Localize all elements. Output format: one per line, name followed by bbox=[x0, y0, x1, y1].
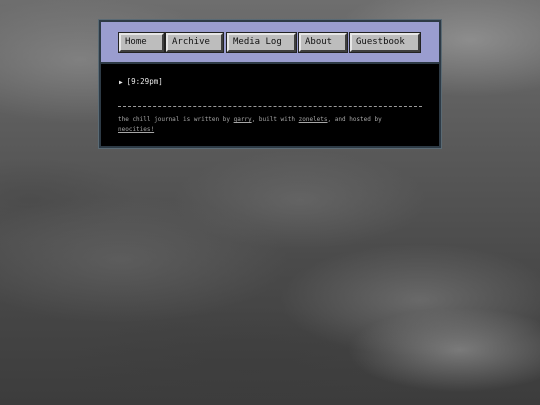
neocities-link[interactable]: neocities! bbox=[118, 126, 154, 133]
nav-guestbook-button[interactable]: Guestbook bbox=[350, 33, 420, 52]
footer-text-middle: , built with bbox=[251, 116, 299, 123]
nav-about-button[interactable]: About bbox=[299, 33, 347, 52]
journal-window: Home Archive Media Log About Guestbook ▶… bbox=[99, 20, 441, 148]
zonelets-link[interactable]: zonelets bbox=[299, 116, 328, 123]
nav-home-button[interactable]: Home bbox=[119, 33, 164, 52]
dashed-divider bbox=[118, 106, 422, 107]
disclosure-triangle-icon: ▶ bbox=[119, 79, 123, 86]
footer-text-prefix: the chill journal is written by bbox=[118, 116, 234, 123]
author-link[interactable]: garry bbox=[234, 116, 252, 123]
footer-text-hosted: , and hosted by bbox=[327, 116, 382, 123]
entry-time: [9:29pm] bbox=[126, 77, 163, 86]
nav-archive-button[interactable]: Archive bbox=[166, 33, 223, 52]
journal-content: ▶ [9:29pm] the chill journal is written b… bbox=[101, 64, 439, 146]
nav-media-log-button[interactable]: Media Log bbox=[227, 33, 296, 52]
entry-item[interactable]: ▶ [9:29pm] bbox=[119, 77, 163, 86]
nav-bar: Home Archive Media Log About Guestbook bbox=[101, 22, 439, 64]
site-footer: the chill journal is written by garry, b… bbox=[118, 115, 418, 135]
